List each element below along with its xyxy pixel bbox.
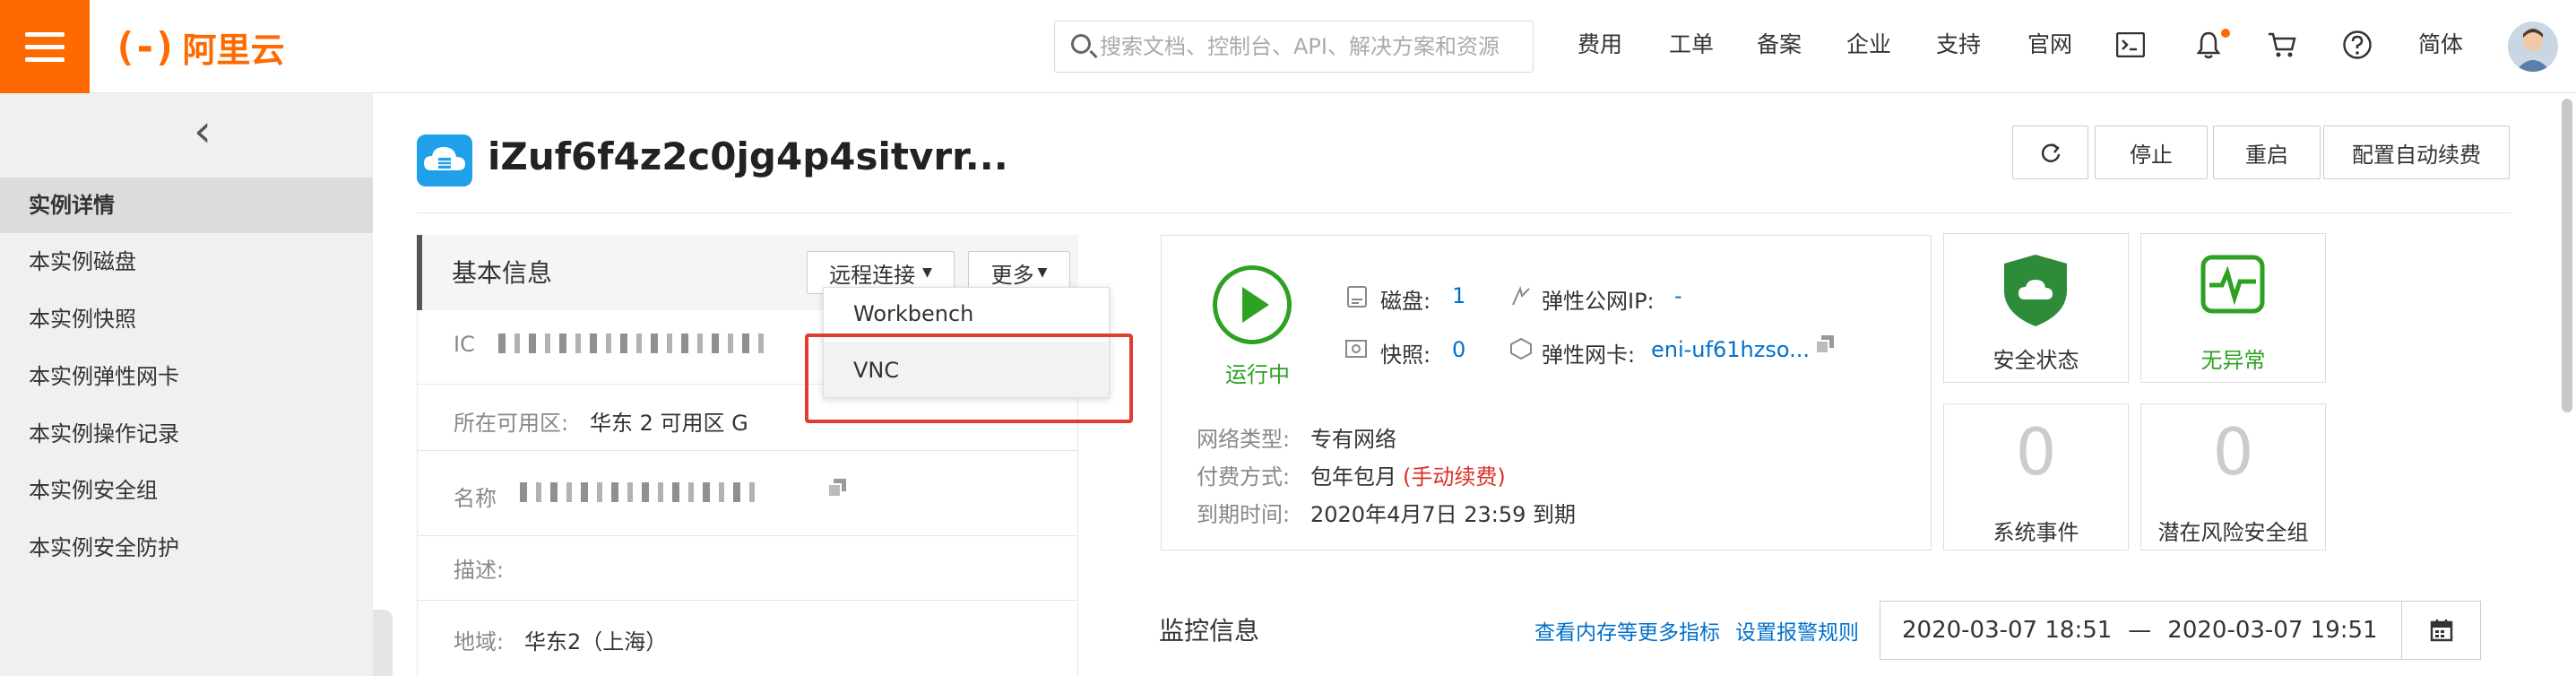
zone-value: 华东 2 可用区 G bbox=[590, 411, 748, 436]
billing-label: 付费方式: bbox=[1197, 464, 1291, 490]
nav-icp[interactable]: 备案 bbox=[1757, 27, 1802, 59]
nav-fees[interactable]: 费用 bbox=[1578, 27, 1622, 59]
sidebar-item-security-protection[interactable]: 本实例安全防护 bbox=[0, 520, 373, 576]
row-divider bbox=[417, 450, 1078, 451]
name-label: 名称 bbox=[454, 486, 497, 511]
calendar-icon[interactable] bbox=[2402, 601, 2481, 660]
refresh-button[interactable] bbox=[2012, 126, 2088, 179]
disk-icon bbox=[1346, 285, 1368, 312]
sidebar-item-eni[interactable]: 本实例弹性网卡 bbox=[0, 349, 373, 404]
copy-icon[interactable] bbox=[1814, 334, 1836, 359]
sidebar-toggle-tab[interactable] bbox=[373, 610, 393, 676]
search-box[interactable] bbox=[1054, 21, 1534, 73]
disk-count-link[interactable]: 1 bbox=[1452, 283, 1465, 308]
zone-label: 所在可用区: bbox=[454, 411, 569, 436]
id-label: IC bbox=[454, 332, 475, 357]
row-divider bbox=[417, 600, 1078, 601]
nav-tickets[interactable]: 工单 bbox=[1669, 27, 1714, 59]
instance-id-redacted bbox=[498, 334, 767, 353]
end-datetime: 2020-03-07 19:51 bbox=[2167, 617, 2378, 644]
restart-button[interactable]: 重启 bbox=[2213, 126, 2321, 179]
eip-value[interactable]: - bbox=[1674, 283, 1682, 308]
instance-title: iZuf6f4z2c0jg4p4sitvrr... bbox=[488, 134, 1008, 178]
copy-icon[interactable] bbox=[826, 477, 848, 498]
more-metrics-link[interactable]: 查看内存等更多指标 bbox=[1534, 615, 1720, 646]
divider bbox=[417, 212, 2511, 213]
alert-rules-link[interactable]: 设置报警规则 bbox=[1735, 615, 1859, 646]
play-icon bbox=[1242, 287, 1269, 323]
no-anomaly-label: 无异常 bbox=[2200, 348, 2266, 373]
more-label: 更多 bbox=[990, 262, 1034, 288]
region-label: 地域: bbox=[454, 629, 505, 654]
risk-security-group-count: 0 bbox=[2212, 414, 2254, 490]
billing-value: 包年包月 bbox=[1310, 464, 1396, 490]
logo-text: 阿里云 bbox=[182, 30, 285, 70]
avatar[interactable] bbox=[2508, 22, 2558, 72]
aliyun-logo[interactable]: (-) 阿里云 bbox=[113, 22, 285, 72]
highlight-box bbox=[805, 334, 1133, 423]
nav-official-site[interactable]: 官网 bbox=[2027, 27, 2072, 59]
billing-note: (手动续费) bbox=[1403, 464, 1506, 490]
sidebar-item-operation-log[interactable]: 本实例操作记录 bbox=[0, 406, 373, 462]
eni-icon bbox=[1509, 337, 1533, 364]
sidebar-item-instance-details[interactable]: 实例详情 bbox=[0, 178, 373, 233]
collapse-sidebar-chevron-icon[interactable]: ‹ bbox=[185, 104, 220, 158]
system-events-label: 系统事件 bbox=[1993, 520, 2079, 545]
system-events-count: 0 bbox=[2015, 414, 2057, 490]
help-icon[interactable] bbox=[2339, 27, 2375, 63]
auto-renew-button[interactable]: 配置自动续费 bbox=[2323, 126, 2510, 179]
refresh-icon bbox=[2041, 143, 2060, 162]
monitor-title: 监控信息 bbox=[1159, 616, 1260, 646]
caret-down-icon: ▼ bbox=[922, 265, 932, 280]
health-monitor-icon bbox=[2200, 255, 2265, 321]
remote-connect-label: 远程连接 bbox=[829, 262, 916, 288]
region-value: 华东2（上海） bbox=[524, 629, 668, 654]
ecs-instance-icon bbox=[417, 134, 472, 186]
dropdown-item-workbench[interactable]: Workbench bbox=[853, 301, 973, 326]
hamburger-menu-icon[interactable] bbox=[0, 0, 90, 93]
cart-icon[interactable] bbox=[2264, 27, 2300, 63]
eip-icon bbox=[1509, 285, 1533, 312]
nav-support[interactable]: 支持 bbox=[1936, 27, 1981, 59]
network-type-value: 专有网络 bbox=[1310, 427, 1396, 452]
stop-button[interactable]: 停止 bbox=[2095, 126, 2208, 179]
eip-label: 弹性公网IP: bbox=[1542, 289, 1655, 314]
start-datetime: 2020-03-07 18:51 bbox=[1902, 617, 2113, 644]
snapshot-count-link[interactable]: 0 bbox=[1452, 337, 1465, 362]
expire-value: 2020年4月7日 23:59 到期 bbox=[1310, 502, 1577, 527]
disk-label: 磁盘: bbox=[1380, 289, 1431, 314]
search-input[interactable] bbox=[1100, 34, 1521, 59]
security-state-label: 安全状态 bbox=[1993, 348, 2079, 373]
instance-name-redacted bbox=[520, 482, 762, 502]
scrollbar[interactable] bbox=[2562, 99, 2572, 412]
range-separator: — bbox=[2128, 617, 2152, 644]
basic-info-title: 基本信息 bbox=[452, 258, 553, 288]
caret-down-icon: ▼ bbox=[1037, 265, 1048, 280]
search-icon bbox=[1071, 34, 1091, 54]
sidebar-item-snapshots[interactable]: 本实例快照 bbox=[0, 291, 373, 347]
expire-label: 到期时间: bbox=[1197, 502, 1291, 527]
eni-label: 弹性网卡: bbox=[1542, 342, 1636, 368]
network-type-label: 网络类型: bbox=[1197, 427, 1291, 452]
row-divider bbox=[417, 535, 1078, 536]
shield-icon bbox=[2001, 253, 2070, 332]
notification-dot bbox=[2221, 29, 2230, 38]
snapshot-label: 快照: bbox=[1380, 342, 1431, 368]
running-status-text: 运行中 bbox=[1225, 362, 1290, 387]
sidebar-item-disks[interactable]: 本实例磁盘 bbox=[0, 234, 373, 290]
logo-mark: (-) bbox=[113, 23, 177, 70]
language-switch[interactable]: 简体 bbox=[2418, 27, 2463, 59]
terminal-icon[interactable] bbox=[2113, 27, 2148, 63]
risk-security-group-label: 潜在风险安全组 bbox=[2157, 520, 2309, 545]
description-label: 描述: bbox=[454, 558, 505, 583]
snapshot-icon bbox=[1344, 337, 1370, 362]
nav-enterprise[interactable]: 企业 bbox=[1846, 27, 1891, 59]
eni-link[interactable]: eni-uf61hzso... bbox=[1651, 337, 1810, 362]
sidebar-item-security-group[interactable]: 本实例安全组 bbox=[0, 463, 373, 518]
date-range-picker[interactable]: 2020-03-07 18:51 — 2020-03-07 19:51 bbox=[1880, 601, 2402, 660]
